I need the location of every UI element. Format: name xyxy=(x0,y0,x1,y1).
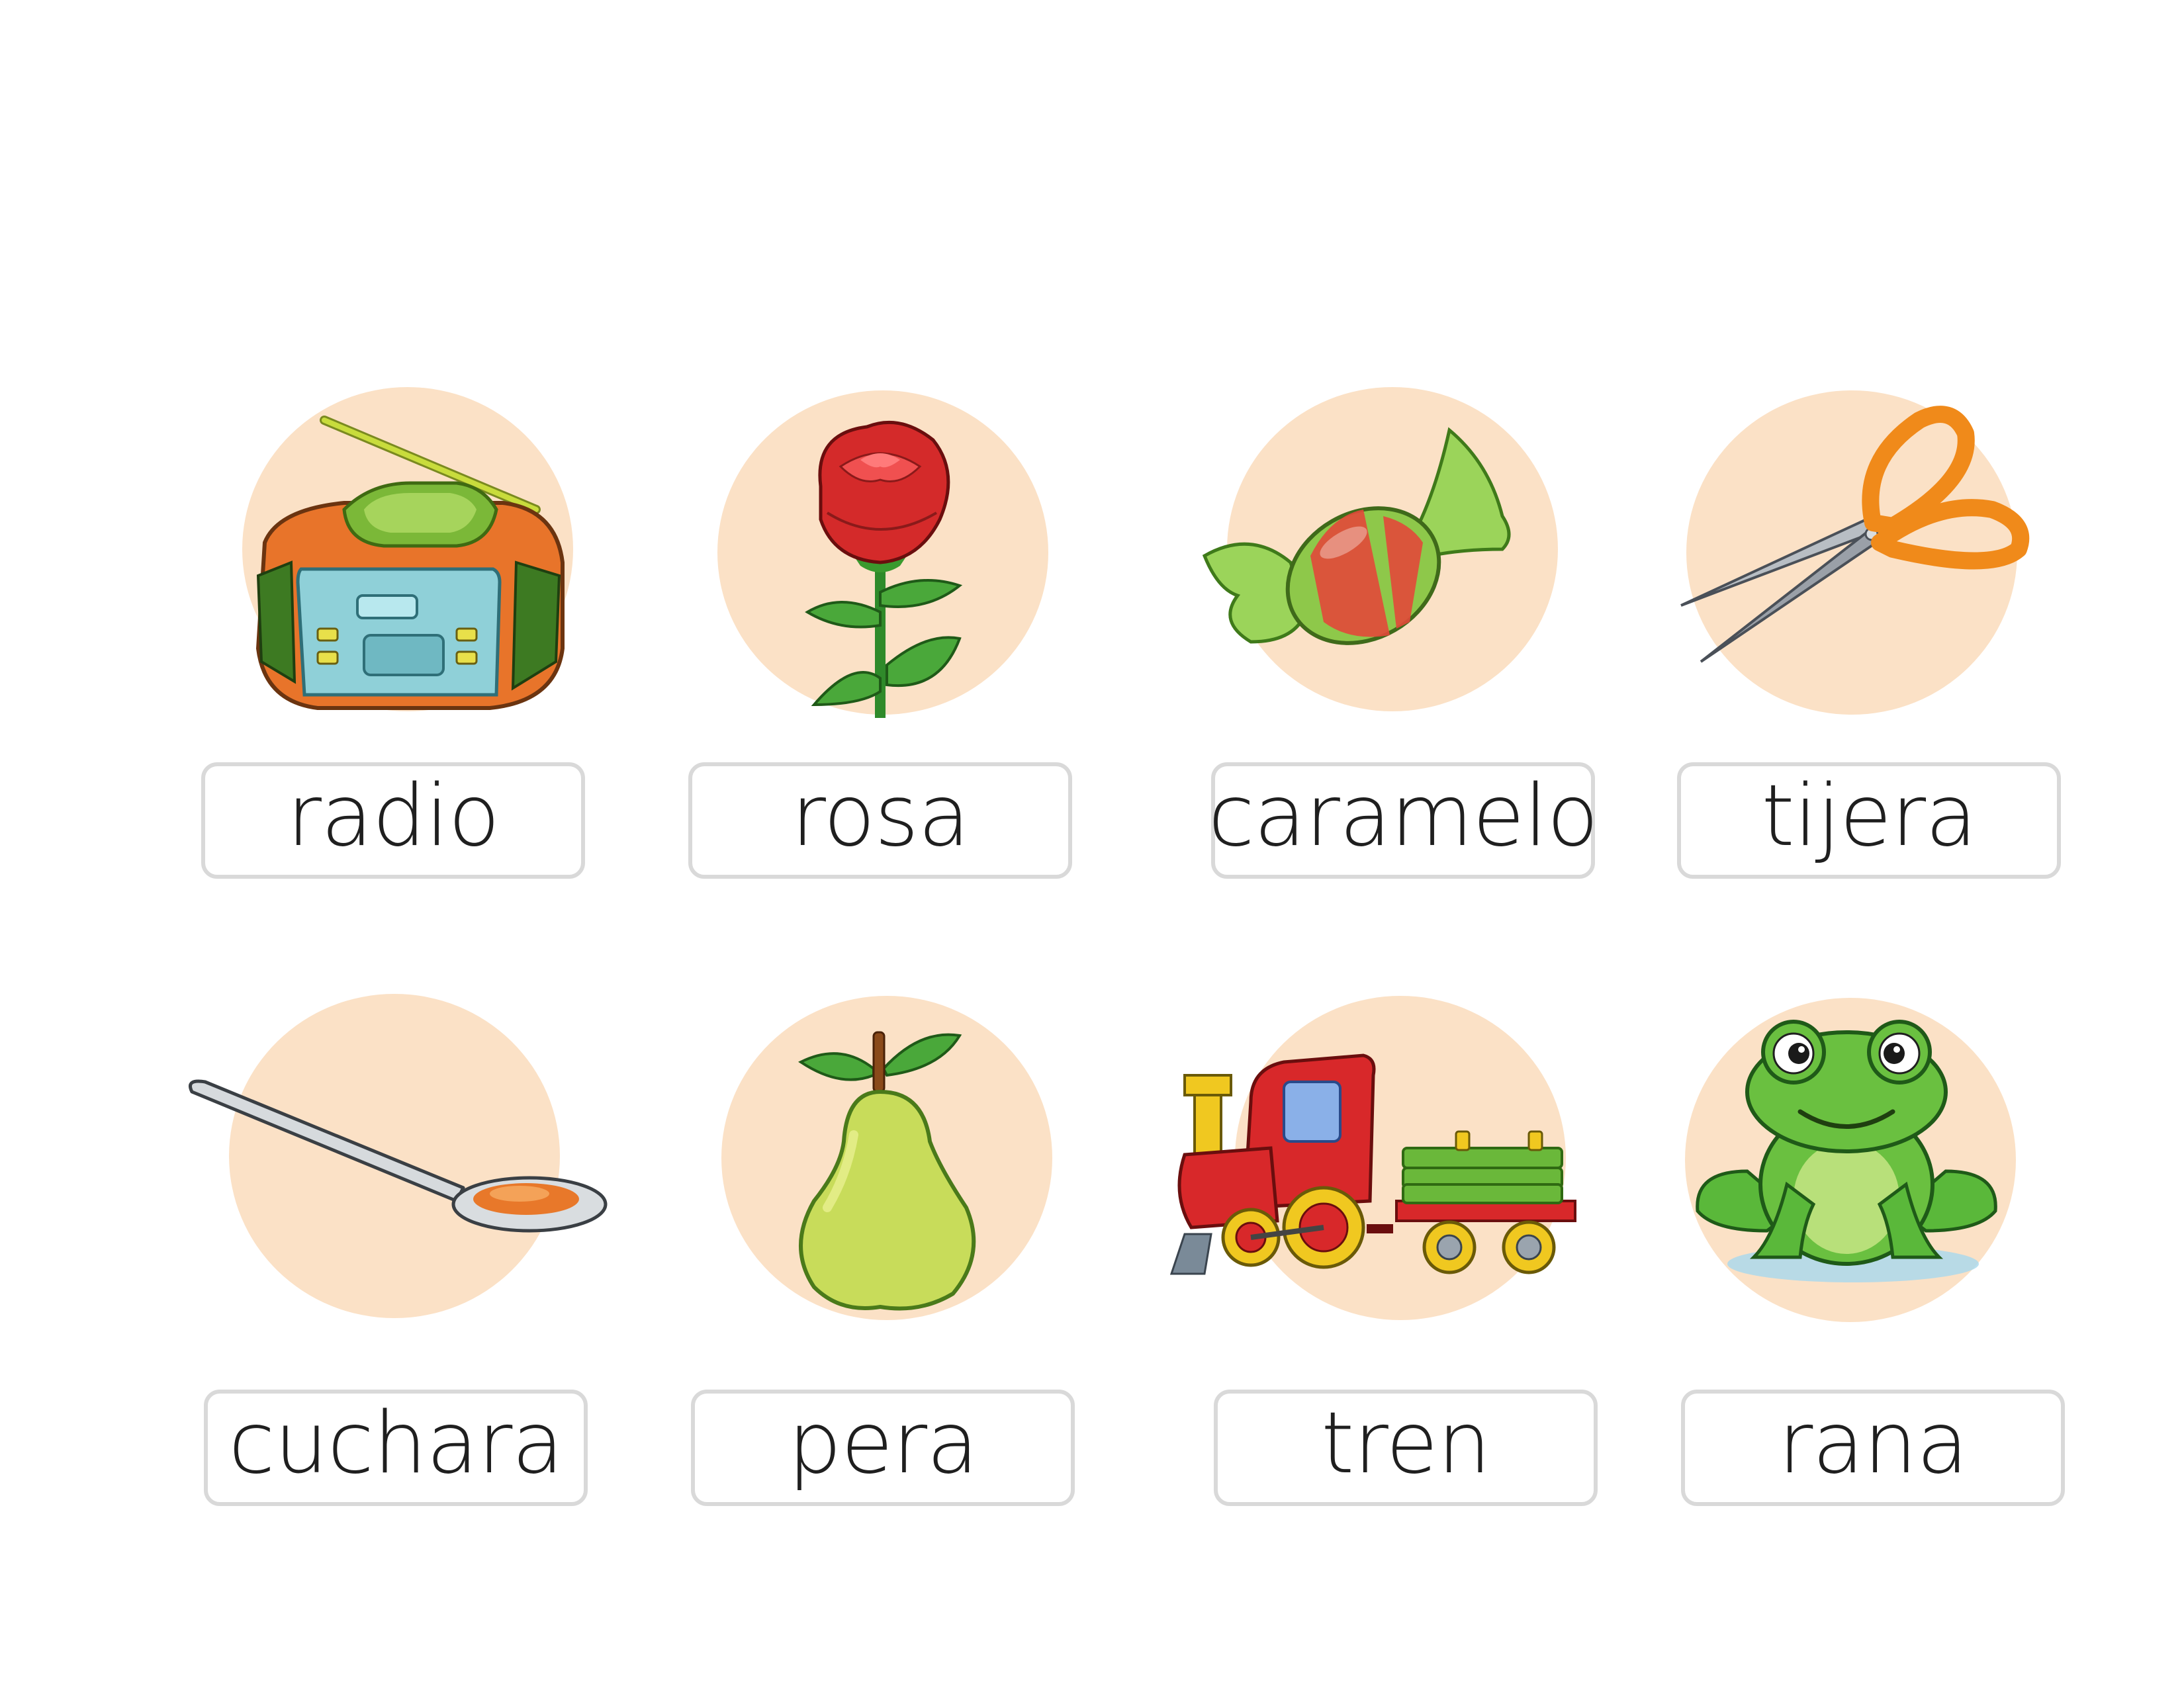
rose-icon xyxy=(805,420,963,718)
word-box-rosa: rosa xyxy=(688,762,1072,879)
scissors-icon xyxy=(1680,406,2030,663)
word-label-tijera: tijera xyxy=(1761,767,1977,866)
spoon-icon xyxy=(189,1079,608,1233)
word-label-pera: pera xyxy=(788,1394,978,1493)
word-label-rosa: rosa xyxy=(791,767,970,866)
word-box-caramelo: caramelo xyxy=(1208,762,1599,879)
word-box-radio: radio xyxy=(201,762,585,879)
word-box-cuchara: cuchara xyxy=(204,1390,588,1506)
word-box-tren: tren xyxy=(1214,1390,1598,1506)
pear-icon xyxy=(798,1031,976,1311)
word-label-rana: rana xyxy=(1778,1394,1969,1493)
word-box-pera: pera xyxy=(691,1390,1075,1506)
word-label-cuchara: cuchara xyxy=(228,1394,563,1493)
radio-icon xyxy=(255,416,565,710)
train-icon xyxy=(1169,1053,1576,1275)
word-box-tijera: tijera xyxy=(1677,762,2061,879)
candy-icon xyxy=(1202,427,1511,645)
word-box-rana: rana xyxy=(1681,1390,2065,1506)
word-label-caramelo: caramelo xyxy=(1208,767,1598,866)
word-label-tren: tren xyxy=(1321,1394,1491,1493)
frog-icon xyxy=(1696,1020,1997,1282)
word-label-radio: radio xyxy=(287,767,500,866)
